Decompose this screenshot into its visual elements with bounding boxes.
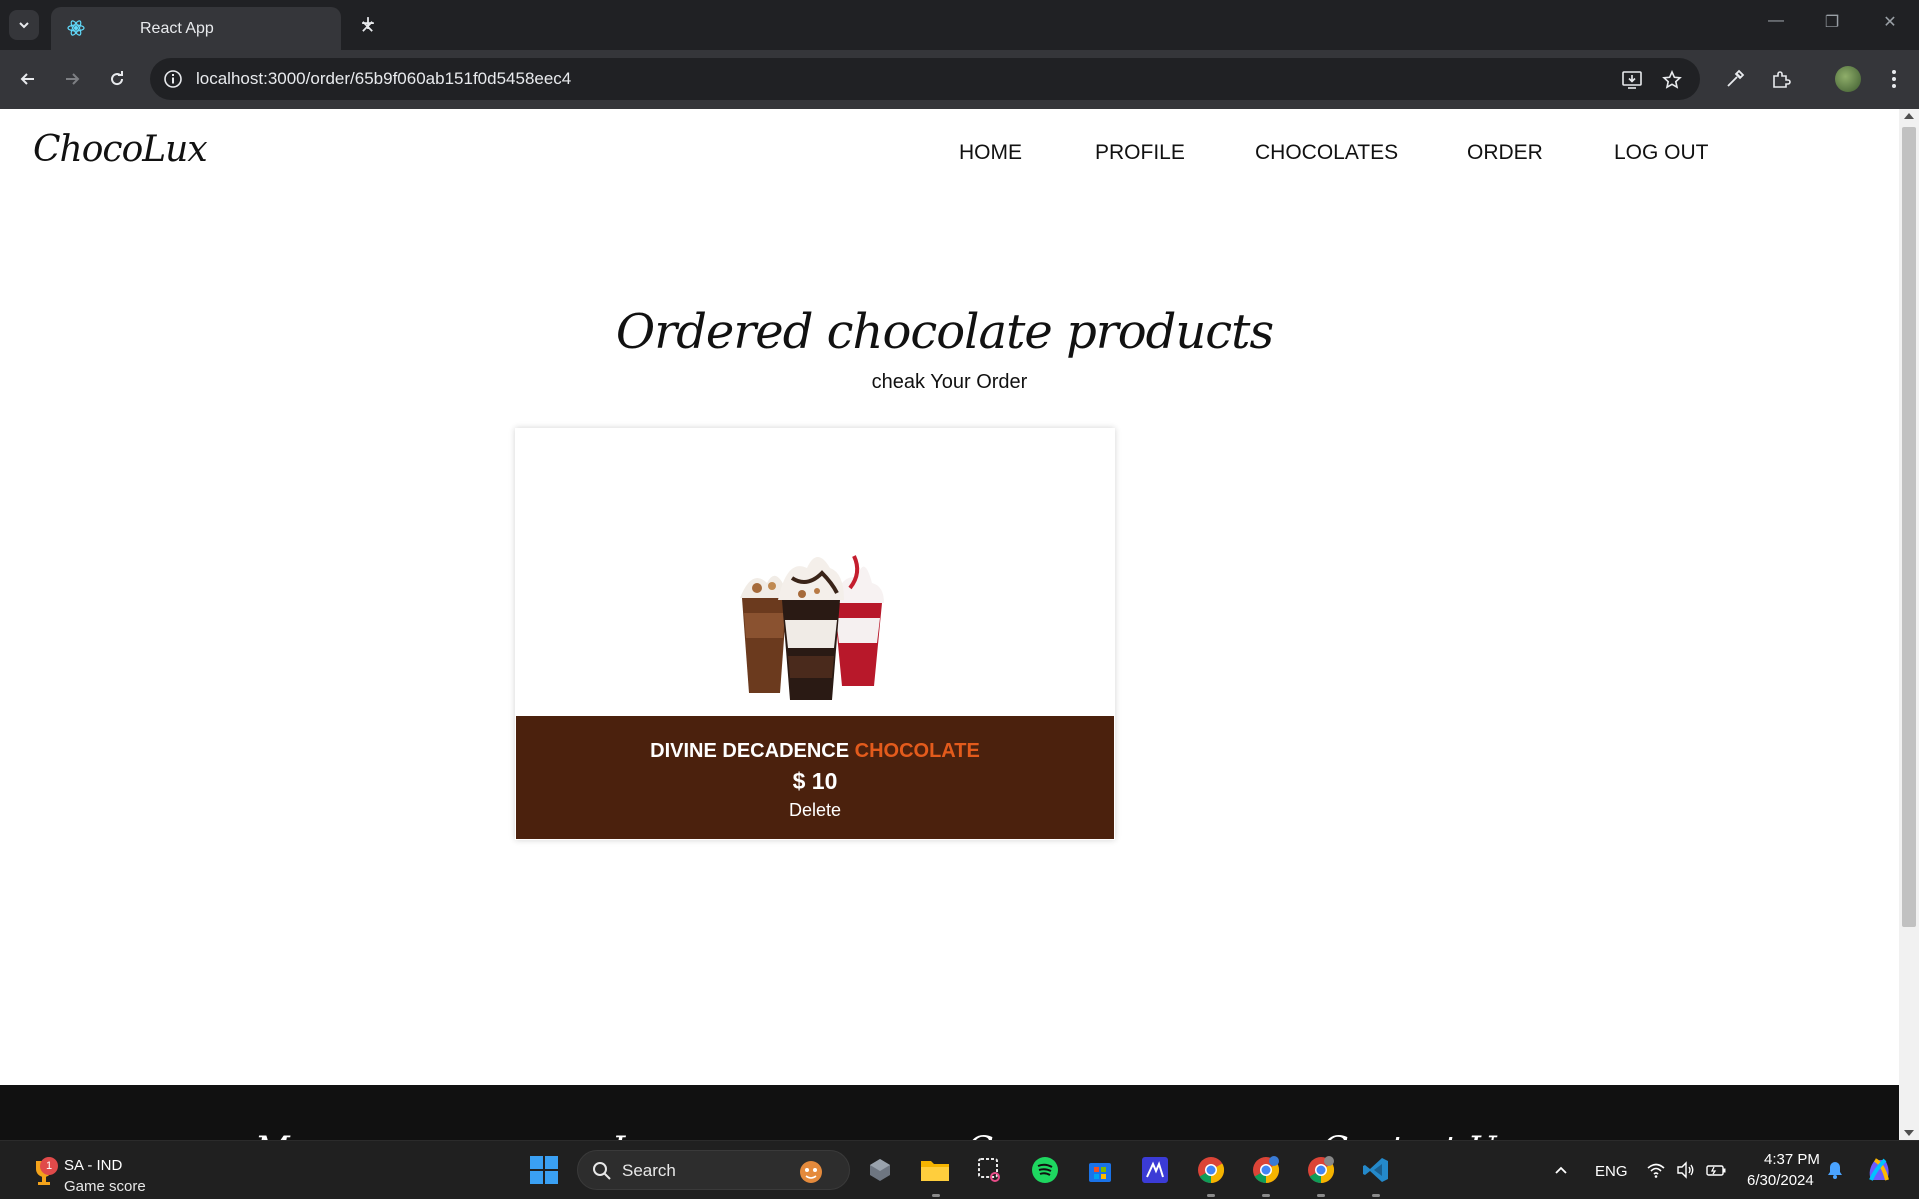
chevron-up-icon[interactable] <box>1544 1153 1578 1187</box>
product-name: DIVINE DECADENCE CHOCOLATE <box>516 740 1114 763</box>
spotify-icon[interactable] <box>1028 1153 1062 1187</box>
react-favicon-icon <box>67 20 85 36</box>
windows-taskbar: 1 SA - IND Game score Search ENG 4:37 PM… <box>0 1140 1919 1199</box>
chevron-down-icon <box>19 22 29 29</box>
battery-icon[interactable] <box>1699 1153 1733 1187</box>
browser-menu-icon[interactable] <box>1880 65 1908 93</box>
running-indicator <box>1262 1194 1270 1197</box>
site-logo[interactable]: ChocoLux <box>33 129 208 170</box>
restore-icon[interactable]: ❐ <box>1818 12 1846 38</box>
product-image <box>740 555 884 700</box>
nav-chocolates[interactable]: CHOCOLATES <box>1255 141 1398 165</box>
nav-profile[interactable]: PROFILE <box>1095 141 1185 165</box>
running-indicator <box>1207 1194 1215 1197</box>
clock-time[interactable]: 4:37 PM <box>1764 1151 1820 1168</box>
reload-button[interactable] <box>102 64 132 94</box>
footer-heading: I <box>612 1129 625 1140</box>
task-view-icon[interactable] <box>863 1153 897 1187</box>
chrome-icon[interactable] <box>1194 1153 1228 1187</box>
delete-button[interactable]: Delete <box>516 800 1114 821</box>
new-tab-button[interactable]: + <box>353 9 383 39</box>
tab-title: React App <box>140 20 214 37</box>
page-footer: M I C Contact U <box>0 1085 1899 1140</box>
language-indicator[interactable]: ENG <box>1595 1163 1628 1180</box>
product-name-accent: CHOCOLATE <box>854 740 980 762</box>
nav-home[interactable]: HOME <box>959 141 1022 165</box>
notification-badge: 1 <box>40 1157 58 1175</box>
site-info-icon[interactable] <box>162 68 184 90</box>
file-explorer-icon[interactable] <box>918 1153 952 1187</box>
notification-bell-icon[interactable] <box>1818 1153 1852 1187</box>
wifi-icon[interactable] <box>1639 1153 1673 1187</box>
back-button[interactable] <box>13 64 43 94</box>
eyedropper-icon[interactable] <box>1721 65 1749 93</box>
nav-logout[interactable]: LOG OUT <box>1614 141 1709 165</box>
chrome-profile-icon[interactable] <box>1304 1153 1338 1187</box>
bookmark-star-icon[interactable] <box>1660 68 1684 92</box>
scroll-down-icon[interactable] <box>1904 1130 1914 1136</box>
search-highlight-icon <box>800 1161 822 1183</box>
reload-icon <box>111 71 124 86</box>
arrow-left-icon <box>20 73 34 85</box>
product-image-area <box>515 428 1115 716</box>
scroll-up-icon[interactable] <box>1904 113 1914 119</box>
url-text[interactable]: localhost:3000/order/65b9f060ab151f0d545… <box>196 69 571 89</box>
clock-date[interactable]: 6/30/2024 <box>1747 1172 1814 1189</box>
product-name-main: DIVINE DECADENCE <box>650 740 850 762</box>
widget-subtitle: Game score <box>64 1178 146 1195</box>
snipping-tool-icon[interactable] <box>973 1153 1007 1187</box>
scrollbar-thumb[interactable] <box>1902 127 1916 927</box>
install-app-icon[interactable] <box>1620 68 1644 92</box>
copilot-icon[interactable] <box>1862 1153 1896 1187</box>
page-subtitle: cheak Your Order <box>871 371 1028 393</box>
page-title: Ordered chocolate products <box>0 304 1899 360</box>
page-scrollbar[interactable] <box>1899 109 1919 1140</box>
arrow-right-icon <box>66 73 80 85</box>
browser-toolbar: localhost:3000/order/65b9f060ab151f0d545… <box>0 50 1919 109</box>
widget-title: SA - IND <box>64 1157 123 1174</box>
browser-tab-bar: React App ✕ + — ❐ ✕ <box>0 0 1919 50</box>
footer-heading: C <box>967 1129 993 1140</box>
running-indicator <box>932 1194 940 1197</box>
screen: React App ✕ + — ❐ ✕ localhost:3000/order… <box>0 0 1919 1199</box>
nav-order[interactable]: ORDER <box>1467 141 1543 165</box>
volume-icon[interactable] <box>1669 1153 1703 1187</box>
browser-tab[interactable]: React App ✕ <box>51 7 375 50</box>
product-info-panel: DIVINE DECADENCE CHOCOLATE $ 10 Delete <box>516 716 1114 839</box>
search-label: Search <box>622 1161 676 1180</box>
app-icon[interactable] <box>1138 1153 1172 1187</box>
profile-avatar[interactable] <box>1835 66 1861 92</box>
microsoft-store-icon[interactable] <box>1083 1153 1117 1187</box>
order-card: DIVINE DECADENCE CHOCOLATE $ 10 Delete <box>515 428 1115 840</box>
address-bar[interactable]: localhost:3000/order/65b9f060ab151f0d545… <box>150 58 1700 100</box>
minimize-icon[interactable]: — <box>1762 12 1790 38</box>
running-indicator <box>1317 1194 1325 1197</box>
footer-heading-contact: Contact U <box>1322 1129 1496 1140</box>
forward-button[interactable] <box>57 64 87 94</box>
extensions-puzzle-icon[interactable] <box>1767 65 1795 93</box>
taskbar-search-box[interactable]: Search <box>577 1150 850 1190</box>
tab-search-button[interactable] <box>9 10 39 40</box>
page-title-text: Ordered chocolate products <box>615 304 1274 360</box>
chrome-profile-icon[interactable] <box>1249 1153 1283 1187</box>
footer-heading: M <box>255 1129 290 1140</box>
product-price: $ 10 <box>792 768 838 794</box>
game-score-widget[interactable]: 1 SA - IND Game score <box>28 1149 188 1195</box>
vscode-icon[interactable] <box>1359 1153 1393 1187</box>
search-icon <box>593 1162 611 1180</box>
running-indicator <box>1372 1194 1380 1197</box>
web-page: ChocoLux HOME PROFILE CHOCOLATES ORDER L… <box>0 109 1899 1140</box>
close-window-icon[interactable]: ✕ <box>1876 12 1904 38</box>
windows-start-icon[interactable] <box>527 1153 561 1187</box>
